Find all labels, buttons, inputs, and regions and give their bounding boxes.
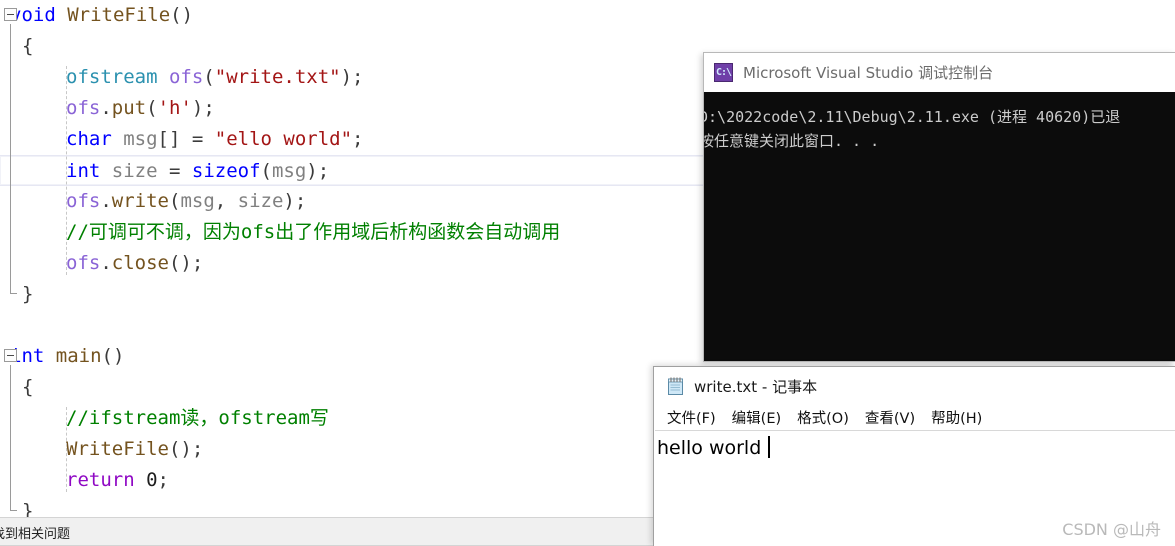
- code-token: sizeof: [191, 160, 261, 182]
- code-token: (: [168, 190, 181, 212]
- outline-guide-end: [10, 293, 17, 294]
- outline-guide-end: [10, 510, 17, 511]
- code-token: (: [260, 160, 272, 182]
- code-token: int: [66, 160, 101, 182]
- csdn-watermark: CSDN @山舟: [1062, 520, 1161, 539]
- console-title-bar[interactable]: C:\ Microsoft Visual Studio 调试控制台: [704, 53, 1175, 92]
- console-output-area[interactable]: D:\2022code\2.11\Debug\2.11.exe (进程 4062…: [704, 92, 1175, 361]
- outline-collapse-icon[interactable]: [4, 349, 17, 362]
- code-token: size: [111, 160, 158, 182]
- notepad-title-bar[interactable]: write.txt - 记事本: [654, 367, 1175, 405]
- code-token: //ifstream读，ofstream写: [66, 407, 329, 429]
- code-token: close: [111, 252, 169, 274]
- code-token: ,: [214, 190, 238, 212]
- code-token: //可调可不调，因为ofs出了作用域后析构函数会自动调用: [66, 221, 561, 243]
- code-token: return: [66, 469, 135, 491]
- notepad-menu-bar[interactable]: 文件(F) 编辑(E) 格式(O) 查看(V) 帮助(H): [654, 405, 1175, 430]
- code-token: ofs: [66, 97, 101, 119]
- code-token: =: [157, 160, 192, 182]
- menu-format[interactable]: 格式(O): [789, 405, 857, 430]
- code-token: );: [340, 66, 364, 88]
- status-bar-text: 找到相关问题: [0, 527, 71, 542]
- code-token: ofs: [66, 190, 101, 212]
- notepad-icon: [665, 376, 686, 397]
- code-token: ofstream: [66, 66, 158, 88]
- console-icon-glyph: C:\: [715, 67, 732, 78]
- console-line: 按任意键关闭此窗口. . .: [704, 132, 880, 150]
- code-token: );: [306, 160, 330, 182]
- code-token: msg: [180, 190, 215, 212]
- code-line[interactable]: void WriteFile(): [0, 0, 1175, 31]
- menu-edit[interactable]: 编辑(E): [724, 405, 789, 430]
- code-token: .: [100, 97, 112, 119]
- indent-guide: [66, 407, 68, 492]
- code-token: WriteFile: [67, 4, 171, 26]
- code-token: msg: [123, 128, 158, 150]
- code-token: );: [283, 190, 307, 212]
- code-token: (: [146, 97, 158, 119]
- code-token: 0: [146, 469, 158, 491]
- code-token: msg: [271, 160, 307, 182]
- code-token: []: [157, 128, 192, 150]
- code-token: =: [191, 128, 215, 150]
- code-token: 'h': [157, 97, 192, 119]
- code-token: (): [101, 345, 125, 367]
- code-token: WriteFile: [66, 438, 169, 460]
- code-token: ();: [168, 252, 204, 274]
- code-token: {: [22, 376, 34, 398]
- code-token: ;: [157, 469, 169, 491]
- code-token: char: [66, 128, 112, 150]
- code-token: main: [55, 345, 102, 367]
- indent-guide: [66, 66, 68, 275]
- code-token: ();: [168, 438, 204, 460]
- code-token: }: [22, 283, 34, 305]
- code-token: ofs: [168, 66, 204, 88]
- code-token: size: [237, 190, 284, 212]
- code-token: .: [100, 190, 112, 212]
- visual-studio-console-icon: C:\: [714, 63, 733, 82]
- outline-collapse-icon[interactable]: [4, 8, 17, 21]
- code-token: ofs: [66, 252, 101, 274]
- code-token: write: [111, 190, 169, 212]
- code-token: (: [203, 66, 215, 88]
- notepad-text-content: hello world: [657, 437, 762, 459]
- code-token: "ello world": [214, 128, 353, 150]
- code-token: ;: [352, 128, 364, 150]
- code-token: put: [111, 97, 147, 119]
- code-token: (): [170, 4, 194, 26]
- code-token: );: [191, 97, 215, 119]
- text-caret: [768, 436, 770, 458]
- menu-help[interactable]: 帮助(H): [923, 405, 990, 430]
- notepad-title-text: write.txt - 记事本: [694, 377, 818, 396]
- code-token: "write.txt": [214, 66, 341, 88]
- console-title-text: Microsoft Visual Studio 调试控制台: [743, 64, 994, 82]
- console-line: D:\2022code\2.11\Debug\2.11.exe (进程 4062…: [704, 108, 1121, 126]
- code-token: {: [22, 35, 34, 57]
- menu-view[interactable]: 查看(V): [857, 405, 923, 430]
- debug-console-window[interactable]: C:\ Microsoft Visual Studio 调试控制台 D:\202…: [703, 52, 1175, 362]
- outline-guide-bar: [10, 24, 11, 293]
- code-token: .: [100, 252, 112, 274]
- menu-file[interactable]: 文件(F): [659, 405, 724, 430]
- outline-guide-bar: [10, 365, 11, 510]
